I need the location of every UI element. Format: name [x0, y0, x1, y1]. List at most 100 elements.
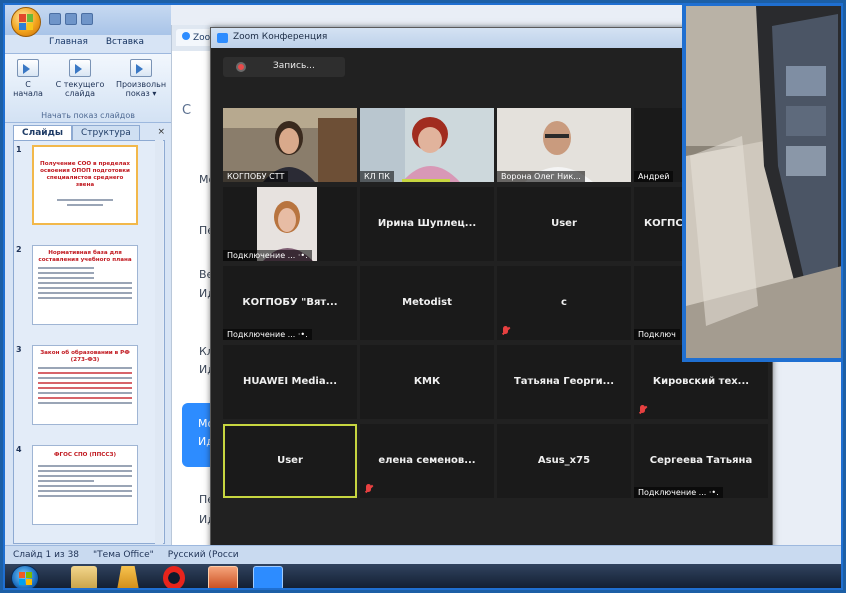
participant-name: Ирина Шуплец... [377, 218, 477, 229]
participant-tile[interactable]: Ирина Шуплец... [360, 187, 494, 261]
slide-title: Нормативная база для составления учебног… [38, 250, 132, 263]
participant-label: КЛ ПК [360, 171, 394, 182]
slide-number: 3 [16, 345, 22, 354]
participant-tile[interactable]: Ворона Олег Ник... [497, 108, 631, 182]
from-current-slide-button[interactable]: С текущего слайда [51, 59, 109, 98]
slide-text-line [38, 402, 132, 404]
language-indicator[interactable]: Русский (Росси [168, 550, 239, 560]
participant-tile[interactable]: елена семенов... [360, 424, 494, 498]
tab-slides[interactable]: Слайды [13, 125, 72, 140]
tab-insert[interactable]: Вставка [106, 37, 144, 47]
participant-tile[interactable]: Татьяна Георги... [497, 345, 631, 419]
slide-text-line [38, 465, 132, 467]
custom-show-icon [130, 59, 152, 77]
participant-tile[interactable]: HUAWEI Media... [223, 345, 357, 419]
participant-name: елена семенов... [378, 455, 476, 466]
zoom-title: Zoom Конференция [233, 32, 328, 42]
powerpoint-titlebar [5, 5, 171, 37]
participant-label: КОГПОБУ СТТ [223, 171, 289, 182]
slide-text-line [38, 495, 132, 497]
slide-number: 2 [16, 245, 22, 254]
quick-access-toolbar [49, 13, 109, 27]
custom-show-label-2: показ ▾ [125, 89, 157, 98]
from-current-label-2: слайда [64, 89, 96, 98]
file-explorer-icon[interactable] [71, 566, 97, 588]
participant-name: КМК [413, 376, 441, 387]
recording-label: Запись... [273, 61, 315, 71]
from-beginning-label: С [25, 80, 31, 89]
windows-start-icon[interactable] [11, 565, 39, 588]
participant-tile[interactable]: с [497, 266, 631, 340]
participant-tile[interactable]: КОГПОБУ "Вят... Подключение ... ·•. [223, 266, 357, 340]
slide-text-line [38, 470, 132, 472]
recording-indicator[interactable]: Запись... [223, 57, 345, 77]
participant-label: Подключение ... ·•. [223, 329, 312, 340]
powerpoint-taskbar-icon[interactable] [208, 566, 238, 588]
participant-name: User [277, 455, 303, 466]
slide-thumbnail[interactable]: 2 Нормативная база для составления учебн… [14, 241, 164, 336]
slide-text-line [38, 475, 132, 477]
participant-tile[interactable]: Asus_x75 [497, 424, 631, 498]
slide-thumbnail[interactable]: 1 Получение СОО в пределах освоения ОПОП… [14, 141, 164, 236]
participant-label: Подключ [634, 329, 680, 340]
participant-tile[interactable]: КОГПОБУ СТТ [223, 108, 357, 182]
participant-tile[interactable]: КЛ ПК [360, 108, 494, 182]
custom-show-label: Произвольн [115, 80, 167, 89]
slide-text-line [38, 382, 132, 384]
participant-tile[interactable]: Metodist [360, 266, 494, 340]
participant-name: Metodist [402, 297, 452, 308]
participant-tile[interactable]: User [497, 187, 631, 261]
slide-thumbnail[interactable]: 3 Закон об образовании в РФ (273-ФЗ) [14, 341, 164, 436]
participant-name: Татьяна Георги... [513, 376, 615, 387]
slide-preview: Получение СОО в пределах освоения ОПОП п… [32, 145, 138, 225]
slide-text-line [38, 377, 132, 379]
slide-preview: Закон об образовании в РФ (273-ФЗ) [32, 345, 138, 425]
slide-text-line [38, 282, 132, 284]
slide-preview: ФГОС СПО (ППССЗ) [32, 445, 138, 525]
pane-tabs: Слайды Структура [13, 125, 140, 140]
slide-title: Закон об образовании в РФ (273-ФЗ) [40, 350, 130, 363]
opera-icon[interactable] [163, 566, 185, 588]
participant-tile[interactable]: КМК [360, 345, 494, 419]
slide-thumbnails: 1 Получение СОО в пределах освоения ОПОП… [13, 140, 165, 544]
camera-photo [686, 6, 841, 358]
participant-tile[interactable]: User [223, 424, 357, 498]
close-icon[interactable]: × [157, 127, 165, 137]
from-beginning-label-2: начала [13, 89, 43, 98]
ribbon-group-label: Начать показ слайдов [41, 111, 135, 120]
theme-name: "Тема Office" [93, 550, 154, 560]
ribbon-tabs: Главная Вставка [49, 37, 144, 47]
slide-text-line [38, 272, 95, 274]
slide-text-line [38, 367, 132, 369]
media-player-icon[interactable] [117, 566, 139, 588]
muted-microphone-icon [502, 326, 510, 336]
slide-text-line [38, 490, 132, 492]
participant-name: User [551, 218, 577, 229]
record-icon [236, 62, 246, 72]
slide-text-line [66, 204, 104, 206]
undo-icon[interactable] [65, 13, 77, 25]
participant-tile[interactable]: Подключение ... ·•. [223, 187, 357, 261]
tab-outline[interactable]: Структура [71, 125, 140, 140]
slide-text-line [38, 297, 132, 299]
participant-label: Андрей [634, 171, 674, 182]
custom-show-button[interactable]: Произвольн показ ▾ [111, 59, 171, 98]
participant-name: с [561, 297, 567, 308]
office-button[interactable] [11, 7, 41, 37]
participant-name: HUAWEI Media... [243, 376, 337, 387]
reload-icon[interactable]: C [182, 103, 191, 118]
zoom-taskbar-icon[interactable] [253, 566, 283, 588]
slide-title: Получение СОО в пределах освоения ОПОП п… [40, 161, 130, 188]
slide-text-line [38, 387, 132, 389]
save-icon[interactable] [49, 13, 61, 25]
participant-tile[interactable]: Сергеева Татьяна Подключение ... ·•. [634, 424, 768, 498]
slide-text-line [38, 267, 95, 269]
tab-home[interactable]: Главная [49, 37, 88, 47]
slide-thumbnail[interactable]: 4 ФГОС СПО (ППССЗ) [14, 441, 164, 536]
redo-icon[interactable] [81, 13, 93, 25]
taskbar [5, 564, 841, 588]
thumbnails-scrollbar[interactable] [155, 140, 163, 544]
slide-text-line [38, 397, 132, 399]
slide-number: 4 [16, 445, 22, 454]
from-beginning-button[interactable]: С начала [5, 59, 51, 98]
